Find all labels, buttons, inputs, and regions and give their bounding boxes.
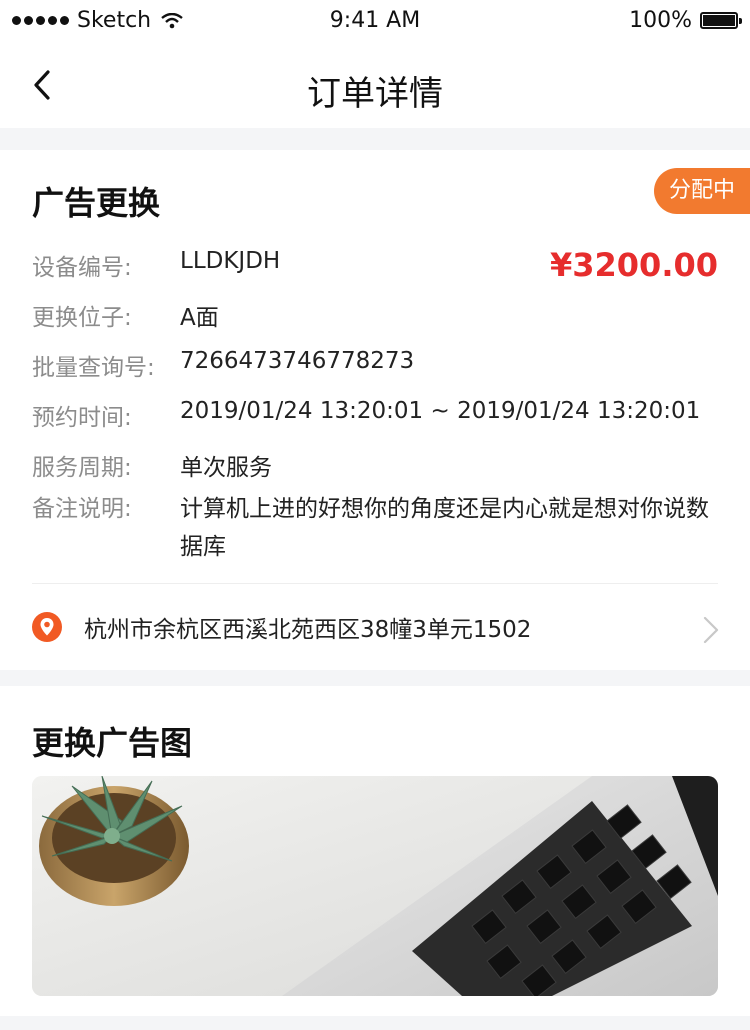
battery-percent: 100% [629, 8, 692, 33]
field-label: 预约时间: [32, 405, 132, 431]
field-label: 批量查询号: [32, 355, 155, 381]
field-value: 计算机上进的好想你的角度还是内心就是想对你说数据库 [180, 496, 709, 560]
field-row-remark: 备注说明: 计算机上进的好想你的角度还是内心就是想对你说数据库 [32, 490, 720, 566]
location-pin-icon [32, 612, 62, 642]
field-row-cycle: 服务周期: 单次服务 [32, 448, 272, 482]
divider [32, 583, 718, 584]
order-price: ¥3200.00 [549, 246, 718, 284]
field-value: LLDKJDH [180, 248, 281, 274]
field-row-batch: 批量查询号: 7266473746778273 [32, 348, 414, 382]
status-badge: 分配中 [654, 168, 750, 214]
ad-image-title: 更换广告图 [32, 724, 193, 762]
laptop-plant-photo [32, 776, 718, 996]
nav-bar: 订单详情 [0, 40, 750, 128]
field-value: A面 [180, 305, 219, 331]
field-label: 服务周期: [32, 455, 132, 481]
field-value: 2019/01/24 13:20:01 ~ 2019/01/24 13:20:0… [180, 398, 701, 424]
order-title: 广告更换 [32, 184, 161, 222]
ad-image[interactable] [32, 776, 718, 996]
field-label: 更换位子: [32, 305, 132, 331]
field-label: 备注说明: [32, 496, 132, 522]
page-title: 订单详情 [307, 74, 443, 114]
battery-icon [700, 12, 742, 29]
field-row-device: 设备编号: LLDKJDH [32, 248, 280, 282]
address-text: 杭州市余杭区西溪北苑西区38幢3单元1502 [84, 617, 532, 643]
field-value: 7266473746778273 [180, 348, 415, 374]
status-right: 100% [629, 8, 742, 33]
status-bar: Sketch 9:41 AM 100% [0, 0, 750, 40]
field-row-appointment: 预约时间: 2019/01/24 13:20:01 ~ 2019/01/24 1… [32, 398, 700, 432]
order-card: 广告更换 分配中 ¥3200.00 设备编号: LLDKJDH 更换位子: A面… [0, 150, 750, 670]
chevron-right-icon[interactable] [702, 615, 720, 645]
field-row-position: 更换位子: A面 [32, 298, 219, 332]
field-value: 单次服务 [180, 455, 272, 481]
address-row[interactable]: 杭州市余杭区西溪北苑西区38幢3单元1502 [32, 610, 531, 644]
ad-image-card: 更换广告图 [0, 686, 750, 1016]
field-label: 设备编号: [32, 255, 132, 281]
